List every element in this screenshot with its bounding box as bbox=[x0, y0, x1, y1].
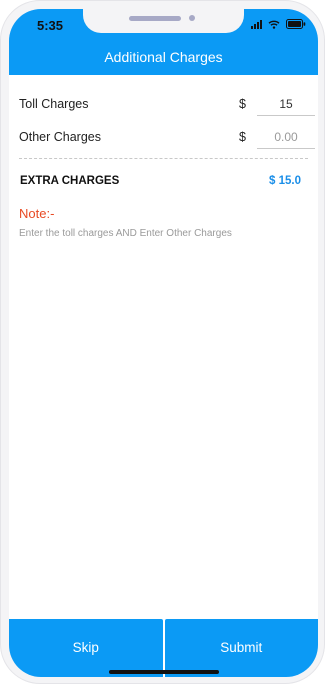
note-text: Enter the toll charges AND Enter Other C… bbox=[19, 228, 232, 239]
toll-charges-label: Toll Charges bbox=[19, 97, 89, 111]
notch bbox=[83, 9, 244, 33]
home-indicator bbox=[109, 670, 219, 674]
toll-charges-row: Toll Charges $ bbox=[19, 93, 315, 119]
other-charges-row: Other Charges $ bbox=[19, 126, 315, 152]
toll-charges-input[interactable] bbox=[257, 93, 315, 116]
battery-icon bbox=[286, 19, 306, 29]
other-charges-input[interactable] bbox=[257, 126, 315, 149]
app-screen: 5:35 Additional Charges Toll Charges $ 1… bbox=[9, 9, 318, 677]
note-title: Note:- bbox=[19, 206, 55, 221]
extra-charges-value: $ 15.0 bbox=[269, 175, 301, 187]
speaker-grille bbox=[129, 16, 181, 21]
other-currency-symbol: $ bbox=[239, 130, 246, 144]
toll-currency-symbol: $ bbox=[239, 97, 246, 111]
submit-button[interactable]: Submit bbox=[164, 619, 318, 677]
front-camera bbox=[189, 15, 195, 21]
extra-charges-label: EXTRA CHARGES bbox=[20, 175, 120, 187]
app-header: 5:35 Additional Charges bbox=[9, 9, 318, 75]
status-time: 5:35 bbox=[37, 18, 64, 33]
wifi-icon bbox=[268, 20, 280, 29]
page-title: Additional Charges bbox=[104, 49, 223, 65]
skip-button[interactable]: Skip bbox=[9, 619, 163, 677]
phone-frame: 5:35 Additional Charges Toll Charges $ 1… bbox=[0, 0, 325, 684]
bottom-action-bar: Skip Submit bbox=[9, 619, 318, 677]
other-charges-label: Other Charges bbox=[19, 130, 101, 144]
status-icons bbox=[251, 19, 306, 29]
dashed-divider bbox=[19, 158, 308, 159]
signal-icon bbox=[251, 19, 262, 29]
